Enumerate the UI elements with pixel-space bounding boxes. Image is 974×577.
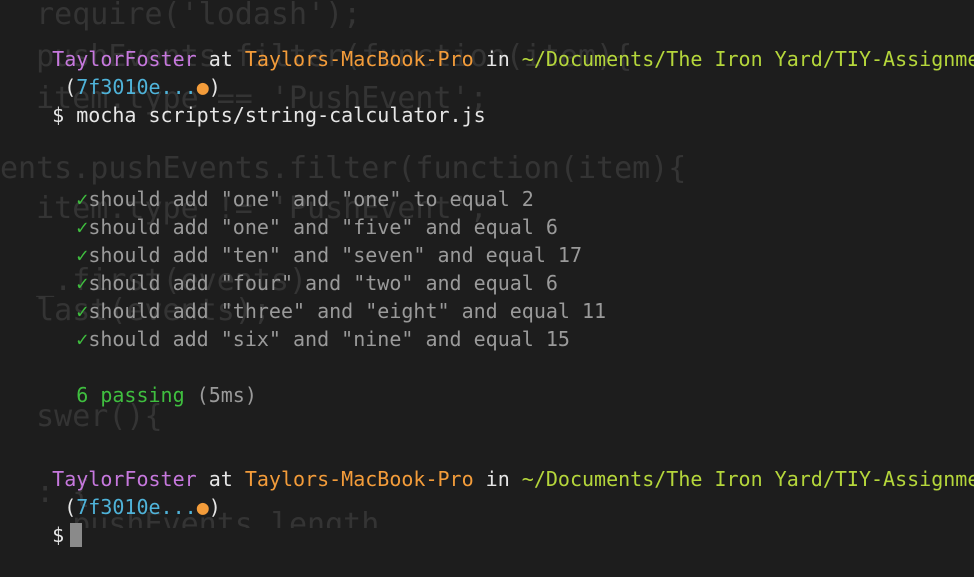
text-cursor[interactable] <box>70 523 83 547</box>
prompt-symbol: $ <box>52 103 65 127</box>
prompt-line: TaylorFoster at Taylors-MacBook-Pro in ~… <box>4 437 974 491</box>
git-dirty-dot-icon: ● <box>196 495 209 519</box>
check-icon: ✓ <box>76 327 89 351</box>
test-result: ✓should add "six" and "nine" and equal 1… <box>4 297 570 351</box>
test-result: ✓should add "three" and "eight" and equa… <box>4 269 606 323</box>
test-description: should add "six" and "nine" and equal 15 <box>88 327 570 351</box>
git-close-paren: ) <box>208 495 221 519</box>
test-summary: 6 passing (5ms) <box>4 353 257 407</box>
git-commit-hash: 7f3010e... <box>76 495 197 519</box>
test-result: ✓should add "four" and "two" and equal 6 <box>4 241 558 295</box>
prompt-hostname: Taylors-MacBook-Pro <box>244 47 474 71</box>
test-result: ✓should add "one" and "one" to equal 2 <box>4 157 534 211</box>
command-text: mocha scripts/string-calculator.js <box>64 103 486 127</box>
command-line: $ mocha scripts/string-calculator.js <box>4 73 485 127</box>
git-status-line: (7f3010e...●) <box>4 465 221 519</box>
input-line[interactable]: $ <box>4 493 83 547</box>
prompt-symbol: $ <box>52 523 65 547</box>
test-result: ✓should add "one" and "five" and equal 6 <box>4 185 558 239</box>
prompt-path: ~/Documents/The Iron Yard/TIY-Assignment… <box>521 47 974 71</box>
test-duration: (5ms) <box>184 383 257 407</box>
git-status-line: (7f3010e...●) <box>4 45 221 99</box>
passing-count: 6 passing <box>76 383 185 407</box>
prompt-in: in <box>473 47 522 71</box>
terminal-window[interactable]: TaylorFoster at Taylors-MacBook-Pro in ~… <box>0 0 974 547</box>
test-result: ✓should add "ten" and "seven" and equal … <box>4 213 582 267</box>
prompt-hostname: Taylors-MacBook-Pro <box>244 467 474 491</box>
prompt-line: TaylorFoster at Taylors-MacBook-Pro in ~… <box>4 17 974 71</box>
prompt-in: in <box>473 467 522 491</box>
prompt-path: ~/Documents/The Iron Yard/TIY-Assignment… <box>521 467 974 491</box>
